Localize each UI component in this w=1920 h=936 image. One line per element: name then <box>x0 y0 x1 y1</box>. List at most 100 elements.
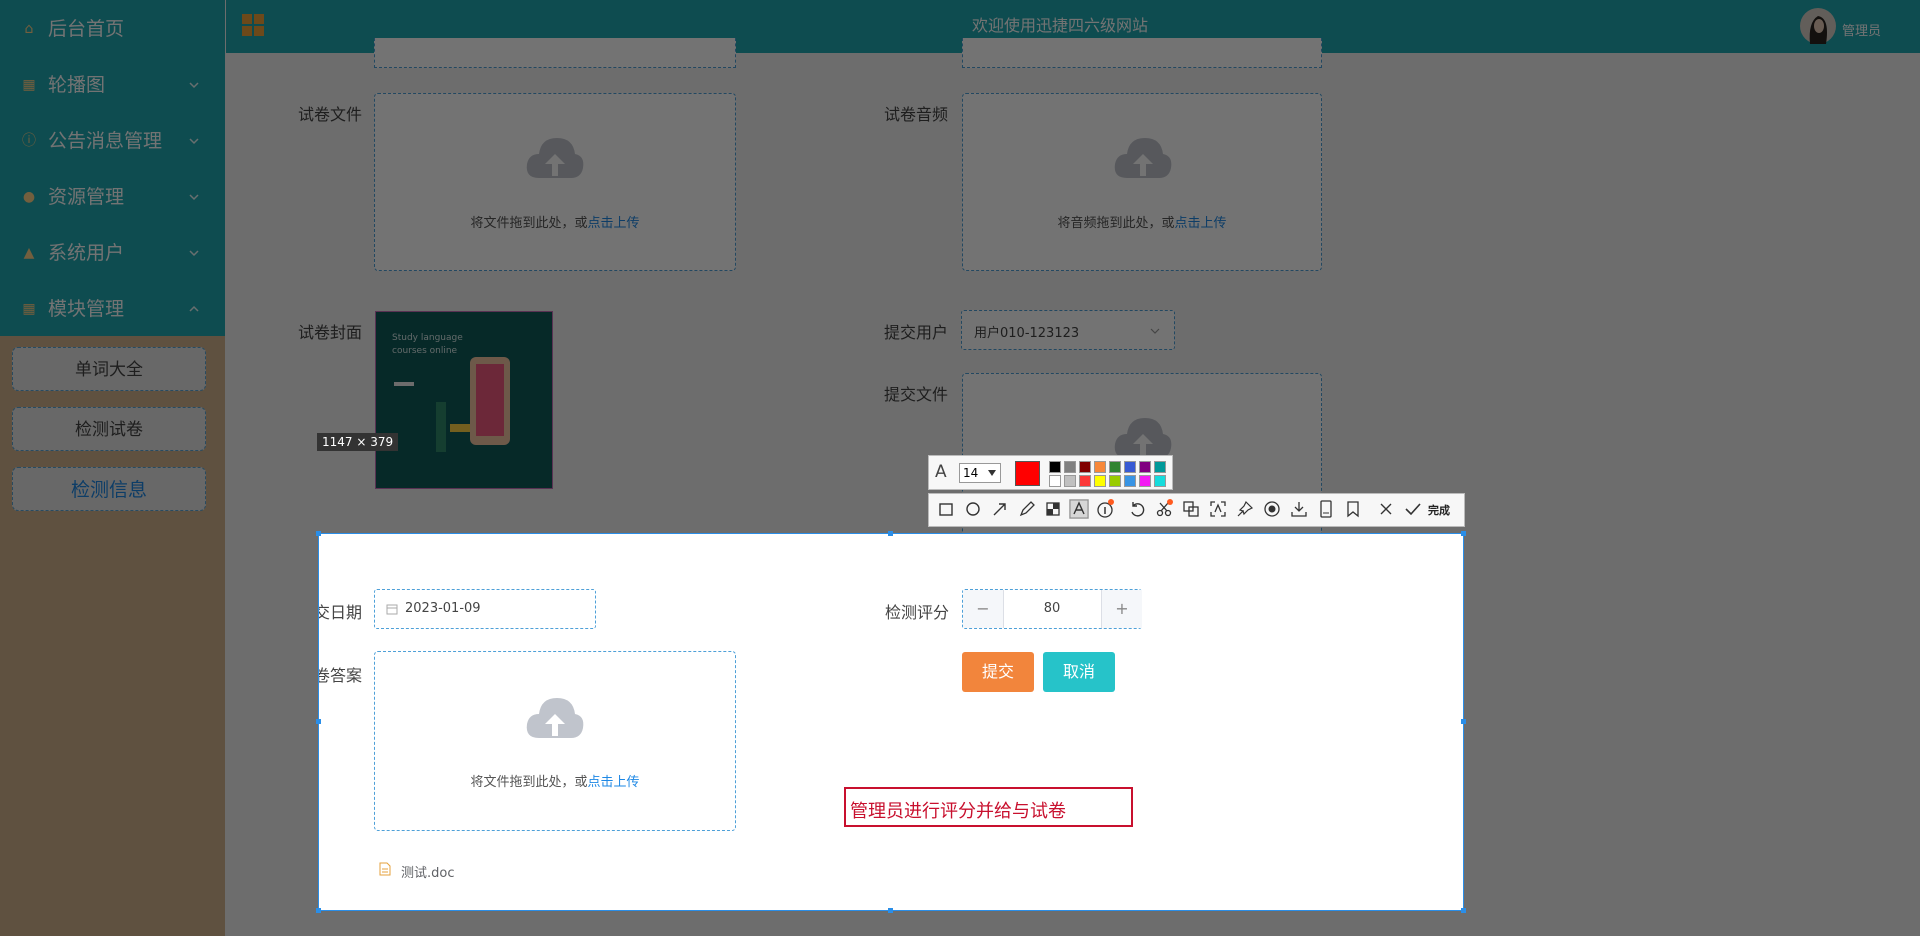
resize-handle[interactable] <box>316 908 321 913</box>
chevron-down-icon <box>189 250 199 257</box>
cover-image[interactable]: Study language courses online <box>375 311 553 489</box>
attachment-name[interactable]: 测试.doc <box>401 862 455 881</box>
color-swatch[interactable] <box>1139 461 1151 473</box>
screenshot-toolbar: 完成 <box>928 493 1465 527</box>
done-button[interactable]: 完成 <box>1428 502 1450 518</box>
color-swatch[interactable] <box>1109 475 1121 487</box>
chevron-down-icon <box>1150 328 1160 334</box>
color-swatch[interactable] <box>1064 461 1076 473</box>
chevron-down-icon <box>189 82 199 89</box>
submenu-word-list[interactable]: 单词大全 <box>12 347 206 391</box>
color-swatch[interactable] <box>1094 461 1106 473</box>
home-icon: ⌂ <box>24 21 34 37</box>
submit-user-select[interactable]: 用户010-123123 <box>961 310 1175 350</box>
resize-handle[interactable] <box>1461 531 1466 536</box>
resize-handle[interactable] <box>316 531 321 536</box>
ocr-icon[interactable] <box>1208 499 1228 519</box>
text-icon[interactable] <box>1069 499 1089 519</box>
sidebar-item-carousel[interactable]: ▦ 轮播图 <box>0 57 225 113</box>
color-swatch[interactable] <box>1124 475 1136 487</box>
cancel-button[interactable]: 取消 <box>1043 652 1115 692</box>
apps-grid-icon[interactable] <box>242 14 264 36</box>
user-name[interactable]: 管理员 <box>1842 20 1881 39</box>
color-swatch[interactable] <box>1139 475 1151 487</box>
chevron-up-icon <box>189 305 199 312</box>
decrement-button[interactable]: − <box>963 590 1004 628</box>
resize-handle[interactable] <box>888 531 893 536</box>
resize-handle[interactable] <box>1461 719 1466 724</box>
color-swatch[interactable] <box>1049 475 1061 487</box>
score-stepper[interactable]: − 80 + <box>962 589 1142 629</box>
score-value[interactable]: 80 <box>1003 601 1101 616</box>
text-annotation-box[interactable]: 管理员进行评分并给与试卷 <box>844 787 1133 827</box>
submenu-test-papers[interactable]: 检测试卷 <box>12 407 206 451</box>
color-swatch[interactable] <box>1064 475 1076 487</box>
sidebar-menu: ⌂ 后台首页 ▦ 轮播图 ⓘ 公告消息管理 ● 资源管理 ▲ 系统用户 ▦ 模块… <box>0 0 225 336</box>
sidebar-item-home[interactable]: ⌂ 后台首页 <box>0 1 225 57</box>
upload-hint-text: 将文件拖到此处，或 <box>470 216 588 231</box>
paper-type-field-partial[interactable] <box>962 38 1322 68</box>
bookmark-icon[interactable] <box>1343 499 1363 519</box>
paper-audio-upload[interactable]: 将音频拖到此处，或点击上传 <box>962 93 1322 271</box>
user-icon: ▲ <box>23 245 35 261</box>
document-icon <box>379 862 391 876</box>
font-size-select[interactable]: 14 <box>959 463 1001 483</box>
resize-handle[interactable] <box>1461 908 1466 913</box>
pin-icon[interactable] <box>1235 499 1255 519</box>
upload-link[interactable]: 点击上传 <box>588 775 640 790</box>
color-swatch[interactable] <box>1154 475 1166 487</box>
sidebar-item-users[interactable]: ▲ 系统用户 <box>0 225 225 281</box>
answer-file-upload[interactable]: 将文件拖到此处，或点击上传 <box>374 651 736 831</box>
avatar[interactable] <box>1800 8 1836 44</box>
pen-icon[interactable] <box>1017 499 1037 519</box>
image-icon: ▦ <box>22 77 36 93</box>
number-icon[interactable] <box>1095 499 1115 519</box>
submit-date-value: 2023-01-09 <box>405 601 481 616</box>
resize-handle[interactable] <box>888 908 893 913</box>
grid-icon: ▦ <box>22 301 36 317</box>
cover-text: courses online <box>392 346 458 356</box>
close-icon[interactable] <box>1376 499 1396 519</box>
color-swatch[interactable] <box>1079 461 1091 473</box>
sidebar-item-label: 系统用户 <box>48 242 125 264</box>
color-swatch[interactable] <box>1079 475 1091 487</box>
color-swatch[interactable] <box>1109 461 1121 473</box>
paper-file-upload[interactable]: 将文件拖到此处，或点击上传 <box>374 93 736 271</box>
color-swatch[interactable] <box>1154 461 1166 473</box>
paper-audio-label: 试卷音频 <box>884 105 949 124</box>
rectangle-icon[interactable] <box>936 499 956 519</box>
score-label: 检测评分 <box>885 603 950 622</box>
color-swatch[interactable] <box>1049 461 1061 473</box>
ellipse-icon[interactable] <box>963 499 983 519</box>
undo-icon[interactable] <box>1127 499 1147 519</box>
upload-link[interactable]: 点击上传 <box>1175 216 1227 231</box>
answer-label: 试卷答案 <box>319 666 363 685</box>
submenu-test-info[interactable]: 检测信息 <box>12 467 206 511</box>
color-swatch[interactable] <box>1094 475 1106 487</box>
capture-selection[interactable]: 提交日期 2023-01-09 检测评分 − 80 + 提交 取消 试卷答案 将… <box>318 533 1464 911</box>
color-swatch[interactable] <box>1124 461 1136 473</box>
paper-name-field-partial[interactable] <box>374 38 736 68</box>
submit-date-picker[interactable]: 2023-01-09 <box>374 589 596 629</box>
mosaic-icon[interactable] <box>1043 499 1063 519</box>
increment-button[interactable]: + <box>1101 590 1142 628</box>
upload-link[interactable]: 点击上传 <box>588 216 640 231</box>
sidebar: ⌂ 后台首页 ▦ 轮播图 ⓘ 公告消息管理 ● 资源管理 ▲ 系统用户 ▦ 模块… <box>0 0 225 936</box>
annotation-text[interactable]: 管理员进行评分并给与试卷 <box>850 797 1066 823</box>
submit-button[interactable]: 提交 <box>962 652 1034 692</box>
save-icon[interactable] <box>1289 499 1309 519</box>
scissors-icon[interactable] <box>1154 499 1174 519</box>
sidebar-item-resources[interactable]: ● 资源管理 <box>0 169 225 225</box>
check-icon[interactable] <box>1403 499 1423 519</box>
sidebar-item-notice[interactable]: ⓘ 公告消息管理 <box>0 113 225 169</box>
cloud-upload-icon <box>526 698 584 738</box>
long-screenshot-icon[interactable] <box>1316 499 1336 519</box>
submit-file-label: 提交文件 <box>884 385 949 404</box>
sidebar-item-modules[interactable]: ▦ 模块管理 <box>0 281 225 337</box>
current-color-swatch[interactable] <box>1015 461 1040 486</box>
copy-icon[interactable] <box>1181 499 1201 519</box>
submit-user-label: 提交用户 <box>884 323 949 342</box>
resize-handle[interactable] <box>316 719 321 724</box>
record-icon[interactable] <box>1262 499 1282 519</box>
arrow-icon[interactable] <box>990 499 1010 519</box>
